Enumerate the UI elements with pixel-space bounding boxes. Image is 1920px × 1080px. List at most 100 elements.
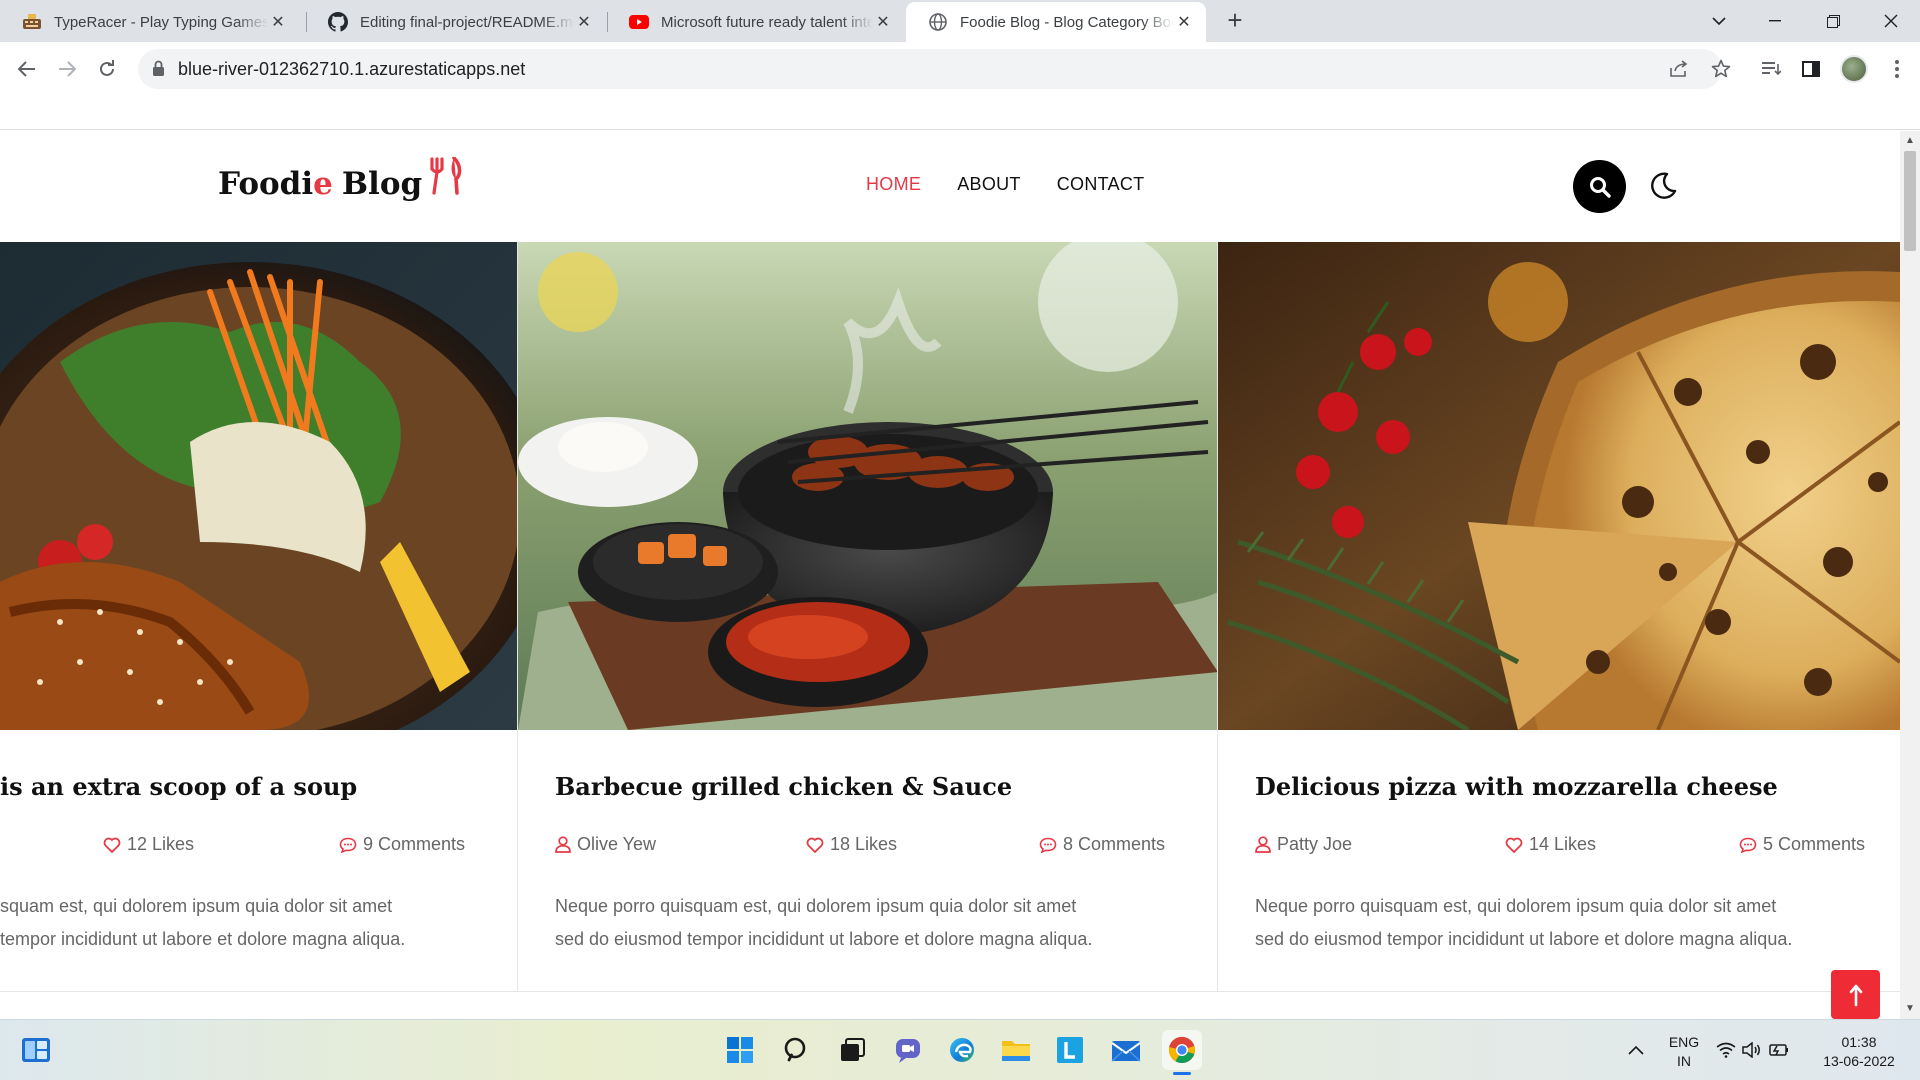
reading-list-icon[interactable]	[1754, 52, 1788, 86]
comments-count[interactable]: 5 Comments	[1739, 834, 1865, 855]
language-region: IN	[1677, 1053, 1691, 1069]
likes-count[interactable]: 18 Likes	[806, 834, 897, 855]
scroll-to-top-button[interactable]	[1831, 970, 1880, 1019]
comments-count[interactable]: 8 Comments	[1039, 834, 1165, 855]
tab-close-icon[interactable]: ✕	[1174, 12, 1194, 32]
logo-text-part2: Blog	[341, 166, 423, 202]
main-nav: HOME ABOUT CONTACT	[866, 174, 1144, 195]
likes-text: 18 Likes	[830, 834, 898, 854]
author[interactable]: Olive Yew	[555, 834, 656, 855]
taskbar: ENG IN 01:38 13-06-2022	[0, 1019, 1920, 1080]
tray-chevron-up-icon[interactable]	[1624, 1032, 1648, 1068]
search-button[interactable]	[1573, 160, 1626, 213]
blog-card[interactable]: Barbecue grilled chicken & Sauce Olive Y…	[518, 242, 1218, 992]
start-icon[interactable]	[722, 1032, 758, 1068]
user-icon	[1255, 836, 1271, 853]
edge-icon[interactable]	[944, 1032, 980, 1068]
chrome-icon[interactable]	[1162, 1030, 1202, 1070]
post-title[interactable]: is an extra scoop of a soup	[0, 772, 357, 801]
search-icon[interactable]	[778, 1032, 814, 1068]
forward-button[interactable]	[50, 52, 84, 86]
post-title[interactable]: Barbecue grilled chicken & Sauce	[555, 772, 1012, 801]
close-window-button[interactable]	[1862, 0, 1920, 42]
comments-count[interactable]: 9 Comments	[339, 834, 465, 855]
teams-chat-icon[interactable]	[890, 1032, 926, 1068]
excerpt-line-2: sed do eiusmod tempor incididunt ut labo…	[555, 929, 1093, 949]
page-scrollbar[interactable]: ▲ ▼	[1900, 131, 1920, 1019]
excerpt-line-1: squam est, qui dolorem ipsum quia dolor …	[0, 896, 393, 916]
likes-count[interactable]: 12 Likes	[103, 834, 194, 855]
heart-icon	[103, 837, 121, 853]
author-name: Olive Yew	[577, 834, 657, 854]
barbecue-skewers-image[interactable]	[518, 242, 1217, 730]
fork-knife-icon	[426, 156, 462, 203]
language-code: ENG	[1668, 1034, 1700, 1050]
likes-count[interactable]: 14 Likes	[1505, 834, 1596, 855]
moon-icon	[1651, 172, 1677, 199]
post-title[interactable]: Delicious pizza with mozzarella cheese	[1255, 772, 1778, 801]
volume-icon[interactable]	[1740, 1032, 1764, 1068]
user-icon	[555, 836, 571, 853]
scroll-up-arrow-icon[interactable]: ▲	[1905, 135, 1915, 146]
comments-text: 9 Comments	[363, 834, 466, 854]
excerpt-line-2: sed do eiusmod tempor incididunt ut labo…	[1255, 929, 1793, 949]
heart-icon	[806, 837, 824, 853]
tab-close-icon[interactable]: ✕	[268, 12, 288, 32]
address-bar[interactable]: blue-river-012362710.1.azurestaticapps.n…	[138, 49, 1731, 89]
language-indicator[interactable]: ENG IN	[1664, 1033, 1704, 1071]
tab-youtube[interactable]: Microsoft future ready talent inte ✕	[607, 2, 905, 42]
share-icon[interactable]	[1668, 58, 1690, 80]
grilled-chicken-salad-image[interactable]	[0, 242, 517, 730]
site-logo[interactable]: Foodi e Blog	[218, 156, 462, 203]
battery-charging-icon[interactable]	[1766, 1032, 1790, 1068]
wifi-icon[interactable]	[1714, 1032, 1738, 1068]
new-tab-button[interactable]: +	[1220, 6, 1250, 36]
blog-card[interactable]: is an extra scoop of a soup 12 Likes 9 C…	[0, 242, 518, 992]
restore-button[interactable]	[1804, 0, 1862, 42]
comment-icon	[1739, 837, 1757, 853]
profile-avatar[interactable]	[1840, 55, 1868, 83]
browser-tab-strip: TypeRacer - Play Typing Games and ✕ Edit…	[0, 0, 1920, 42]
launcher-l-icon[interactable]	[1052, 1032, 1088, 1068]
minimize-button[interactable]	[1746, 0, 1804, 42]
logo-text-accent: e	[313, 166, 333, 202]
reload-button[interactable]	[90, 52, 124, 86]
search-icon	[1589, 176, 1611, 198]
tab-close-icon[interactable]: ✕	[574, 12, 594, 32]
tab-github[interactable]: Editing final-project/README.md ✕	[306, 2, 606, 42]
comment-icon	[1039, 837, 1057, 853]
bookmark-star-icon[interactable]	[1710, 58, 1732, 80]
tab-typeracer[interactable]: TypeRacer - Play Typing Games and ✕	[0, 2, 300, 42]
excerpt-line-1: Neque porro quisquam est, qui dolorem ip…	[1255, 896, 1777, 916]
lock-icon[interactable]	[152, 60, 165, 82]
browser-toolbar: blue-river-012362710.1.azurestaticapps.n…	[0, 42, 1920, 130]
clock-time: 01:38	[1841, 1034, 1877, 1050]
tab-close-icon[interactable]: ✕	[873, 12, 893, 32]
blog-card[interactable]: Delicious pizza with mozzarella cheese P…	[1218, 242, 1900, 992]
comments-text: 5 Comments	[1763, 834, 1866, 854]
kebab-menu-icon[interactable]	[1880, 52, 1914, 86]
tab-foodie-blog[interactable]: Foodie Blog - Blog Category Book ✕	[906, 2, 1206, 42]
author[interactable]: Patty Joe	[1255, 834, 1352, 855]
likes-text: 12 Likes	[127, 834, 195, 854]
dark-mode-toggle[interactable]	[1648, 171, 1678, 201]
pizza-image[interactable]	[1218, 242, 1900, 730]
back-button[interactable]	[10, 52, 44, 86]
side-panel-icon[interactable]	[1794, 52, 1828, 86]
likes-text: 14 Likes	[1529, 834, 1597, 854]
nav-about[interactable]: ABOUT	[957, 174, 1021, 195]
mail-icon[interactable]	[1108, 1032, 1144, 1068]
scroll-down-arrow-icon[interactable]: ▼	[1905, 1003, 1915, 1014]
task-view-icon[interactable]	[834, 1032, 870, 1068]
nav-home[interactable]: HOME	[866, 174, 921, 195]
tab-search-chevron-icon[interactable]	[1690, 0, 1748, 42]
widgets-icon[interactable]	[18, 1032, 54, 1068]
youtube-favicon	[629, 12, 649, 32]
clock[interactable]: 01:38 13-06-2022	[1812, 1033, 1906, 1071]
excerpt-line-1: Neque porro quisquam est, qui dolorem ip…	[555, 896, 1077, 916]
nav-contact[interactable]: CONTACT	[1057, 174, 1145, 195]
blog-cards: is an extra scoop of a soup 12 Likes 9 C…	[0, 242, 1900, 1019]
comment-icon	[339, 837, 357, 853]
scrollbar-thumb[interactable]	[1904, 151, 1916, 251]
file-explorer-icon[interactable]	[998, 1032, 1034, 1068]
